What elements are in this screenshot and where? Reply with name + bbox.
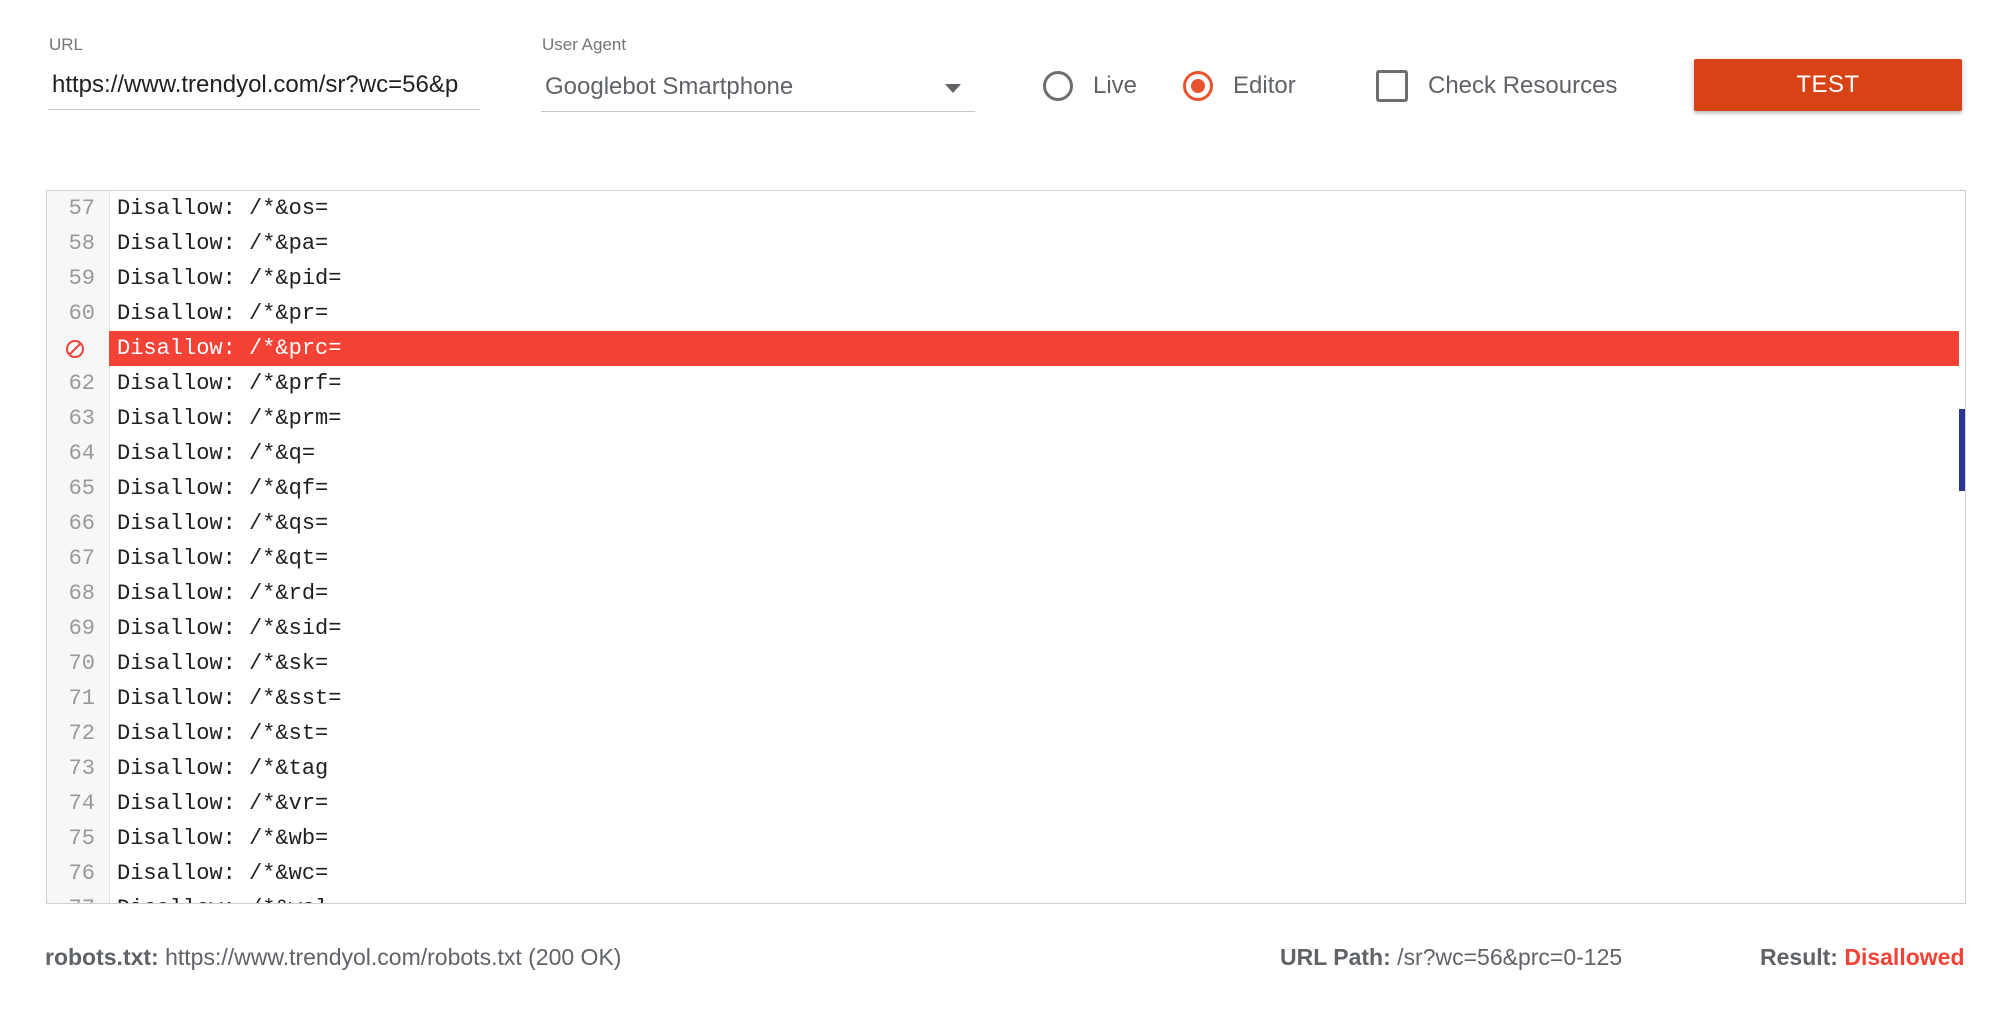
line-number: 75 [68, 826, 95, 851]
rule-text: Disallow: /*&wc= [117, 861, 329, 886]
editor-line[interactable]: 62 Disallow: /*&prf= [47, 366, 1965, 401]
editor-line[interactable]: 75 Disallow: /*&wb= [47, 821, 1965, 856]
editor-line[interactable]: 64 Disallow: /*&q= [47, 436, 1965, 471]
mode-live-radio[interactable]: Live [1043, 66, 1137, 106]
editor-line[interactable]: 73 Disallow: /*&tag [47, 751, 1965, 786]
result-status: Result: Disallowed [1760, 944, 1965, 971]
user-agent-label: User Agent [542, 35, 627, 54]
robots-url: https://www.trendyol.com/robots.txt (200… [165, 944, 622, 970]
rule-text: Disallow: /*&st= [117, 721, 329, 746]
radio-unchecked-icon [1043, 71, 1073, 101]
line-number: 76 [68, 861, 95, 886]
block-icon [66, 340, 84, 358]
line-number: 64 [68, 441, 95, 466]
rule-text: Disallow: /*&sid= [117, 616, 342, 641]
line-number: 62 [68, 371, 95, 396]
editor-line[interactable]: 60 Disallow: /*&pr= [47, 296, 1965, 331]
line-number: 77 [47, 891, 95, 903]
editor-line[interactable]: 58 Disallow: /*&pa= [47, 226, 1965, 261]
editor-line[interactable]: Disallow: /*&prc= [47, 331, 1965, 366]
editor-lines: 57 Disallow: /*&os= 58 Disallow: /*&pa= 59 Di… [47, 191, 1965, 903]
radio-checked-icon [1183, 71, 1213, 101]
url-path-label: URL Path: [1280, 944, 1391, 970]
line-number: 74 [68, 791, 95, 816]
rule-text: Disallow: /*&vr= [117, 791, 329, 816]
editor-line[interactable]: 72 Disallow: /*&st= [47, 716, 1965, 751]
url-path-value: /sr?wc=56&prc=0-125 [1397, 944, 1623, 970]
editor-line[interactable]: 57 Disallow: /*&os= [47, 191, 1965, 226]
line-number: 71 [68, 686, 95, 711]
editor-line[interactable]: 71 Disallow: /*&sst= [47, 681, 1965, 716]
line-number: 65 [68, 476, 95, 501]
robots-editor[interactable]: 57 Disallow: /*&os= 58 Disallow: /*&pa= 59 Di… [46, 190, 1966, 904]
robots-status: robots.txt: https://www.trendyol.com/rob… [45, 944, 621, 971]
line-number: 72 [68, 721, 95, 746]
rule-text: Disallow: /*&wb= [117, 826, 329, 851]
editor-line[interactable]: 76 Disallow: /*&wc= [47, 856, 1965, 891]
editor-line[interactable]: 77 Disallow: /*&wsl [47, 891, 1965, 903]
result-label: Result: [1760, 944, 1838, 970]
editor-line[interactable]: 63 Disallow: /*&prm= [47, 401, 1965, 436]
scrollbar-thumb[interactable] [1959, 409, 1965, 491]
rule-text: Disallow: /*&pa= [117, 231, 329, 256]
editor-line[interactable]: 59 Disallow: /*&pid= [47, 261, 1965, 296]
url-input[interactable] [48, 66, 480, 110]
line-number: 63 [68, 406, 95, 431]
url-label: URL [49, 35, 84, 54]
rule-text: Disallow: /*&qt= [117, 546, 329, 571]
line-number: 59 [68, 266, 95, 291]
mode-editor-radio[interactable]: Editor [1183, 66, 1296, 106]
rule-text: Disallow: /*&pr= [117, 301, 329, 326]
line-number: 69 [68, 616, 95, 641]
rule-text: Disallow: /*&sk= [117, 651, 329, 676]
user-agent-value: Googlebot Smartphone [545, 73, 794, 100]
test-button[interactable]: TEST [1694, 59, 1962, 111]
line-number: 70 [68, 651, 95, 676]
line-number: 58 [68, 231, 95, 256]
rule-text: Disallow: /*&pid= [117, 266, 342, 291]
editor-line[interactable]: 67 Disallow: /*&qt= [47, 541, 1965, 576]
rule-text: Disallow: /*&tag [117, 756, 329, 781]
rule-text: Disallow: /*&qf= [117, 476, 329, 501]
line-number: 66 [68, 511, 95, 536]
mode-live-label: Live [1093, 72, 1138, 99]
rule-text: Disallow: /*&os= [117, 196, 329, 221]
editor-line[interactable]: 68 Disallow: /*&rd= [47, 576, 1965, 611]
check-resources-label: Check Resources [1428, 72, 1618, 99]
check-resources-checkbox[interactable]: Check Resources [1376, 66, 1617, 106]
line-number: 57 [68, 196, 95, 221]
line-number: 73 [68, 756, 95, 781]
rule-text: Disallow: /*&sst= [117, 686, 342, 711]
line-number: 67 [68, 546, 95, 571]
blocked-rule-text: Disallow: /*&prc= [109, 331, 1959, 366]
line-number: 60 [68, 301, 95, 326]
rule-text: Disallow: /*&qs= [117, 511, 329, 536]
editor-line[interactable]: 69 Disallow: /*&sid= [47, 611, 1965, 646]
editor-line[interactable]: 70 Disallow: /*&sk= [47, 646, 1965, 681]
checkbox-unchecked-icon [1376, 70, 1408, 102]
editor-line[interactable]: 65 Disallow: /*&qf= [47, 471, 1965, 506]
rule-text: Disallow: /*&rd= [117, 581, 329, 606]
result-value: Disallowed [1844, 944, 1965, 970]
chevron-down-icon [945, 84, 961, 93]
mode-editor-label: Editor [1233, 72, 1296, 99]
rule-text: Disallow: /*&wsl [109, 891, 1959, 903]
rule-text: Disallow: /*&prf= [117, 371, 342, 396]
line-number: 68 [68, 581, 95, 606]
url-path-status: URL Path: /sr?wc=56&prc=0-125 [1280, 944, 1622, 971]
rule-text: Disallow: /*&prm= [117, 406, 342, 431]
editor-line[interactable]: 74 Disallow: /*&vr= [47, 786, 1965, 821]
robots-label: robots.txt: [45, 944, 159, 970]
editor-line[interactable]: 66 Disallow: /*&qs= [47, 506, 1965, 541]
rule-text: Disallow: /*&q= [117, 441, 316, 466]
user-agent-select[interactable]: Googlebot Smartphone [541, 66, 975, 112]
